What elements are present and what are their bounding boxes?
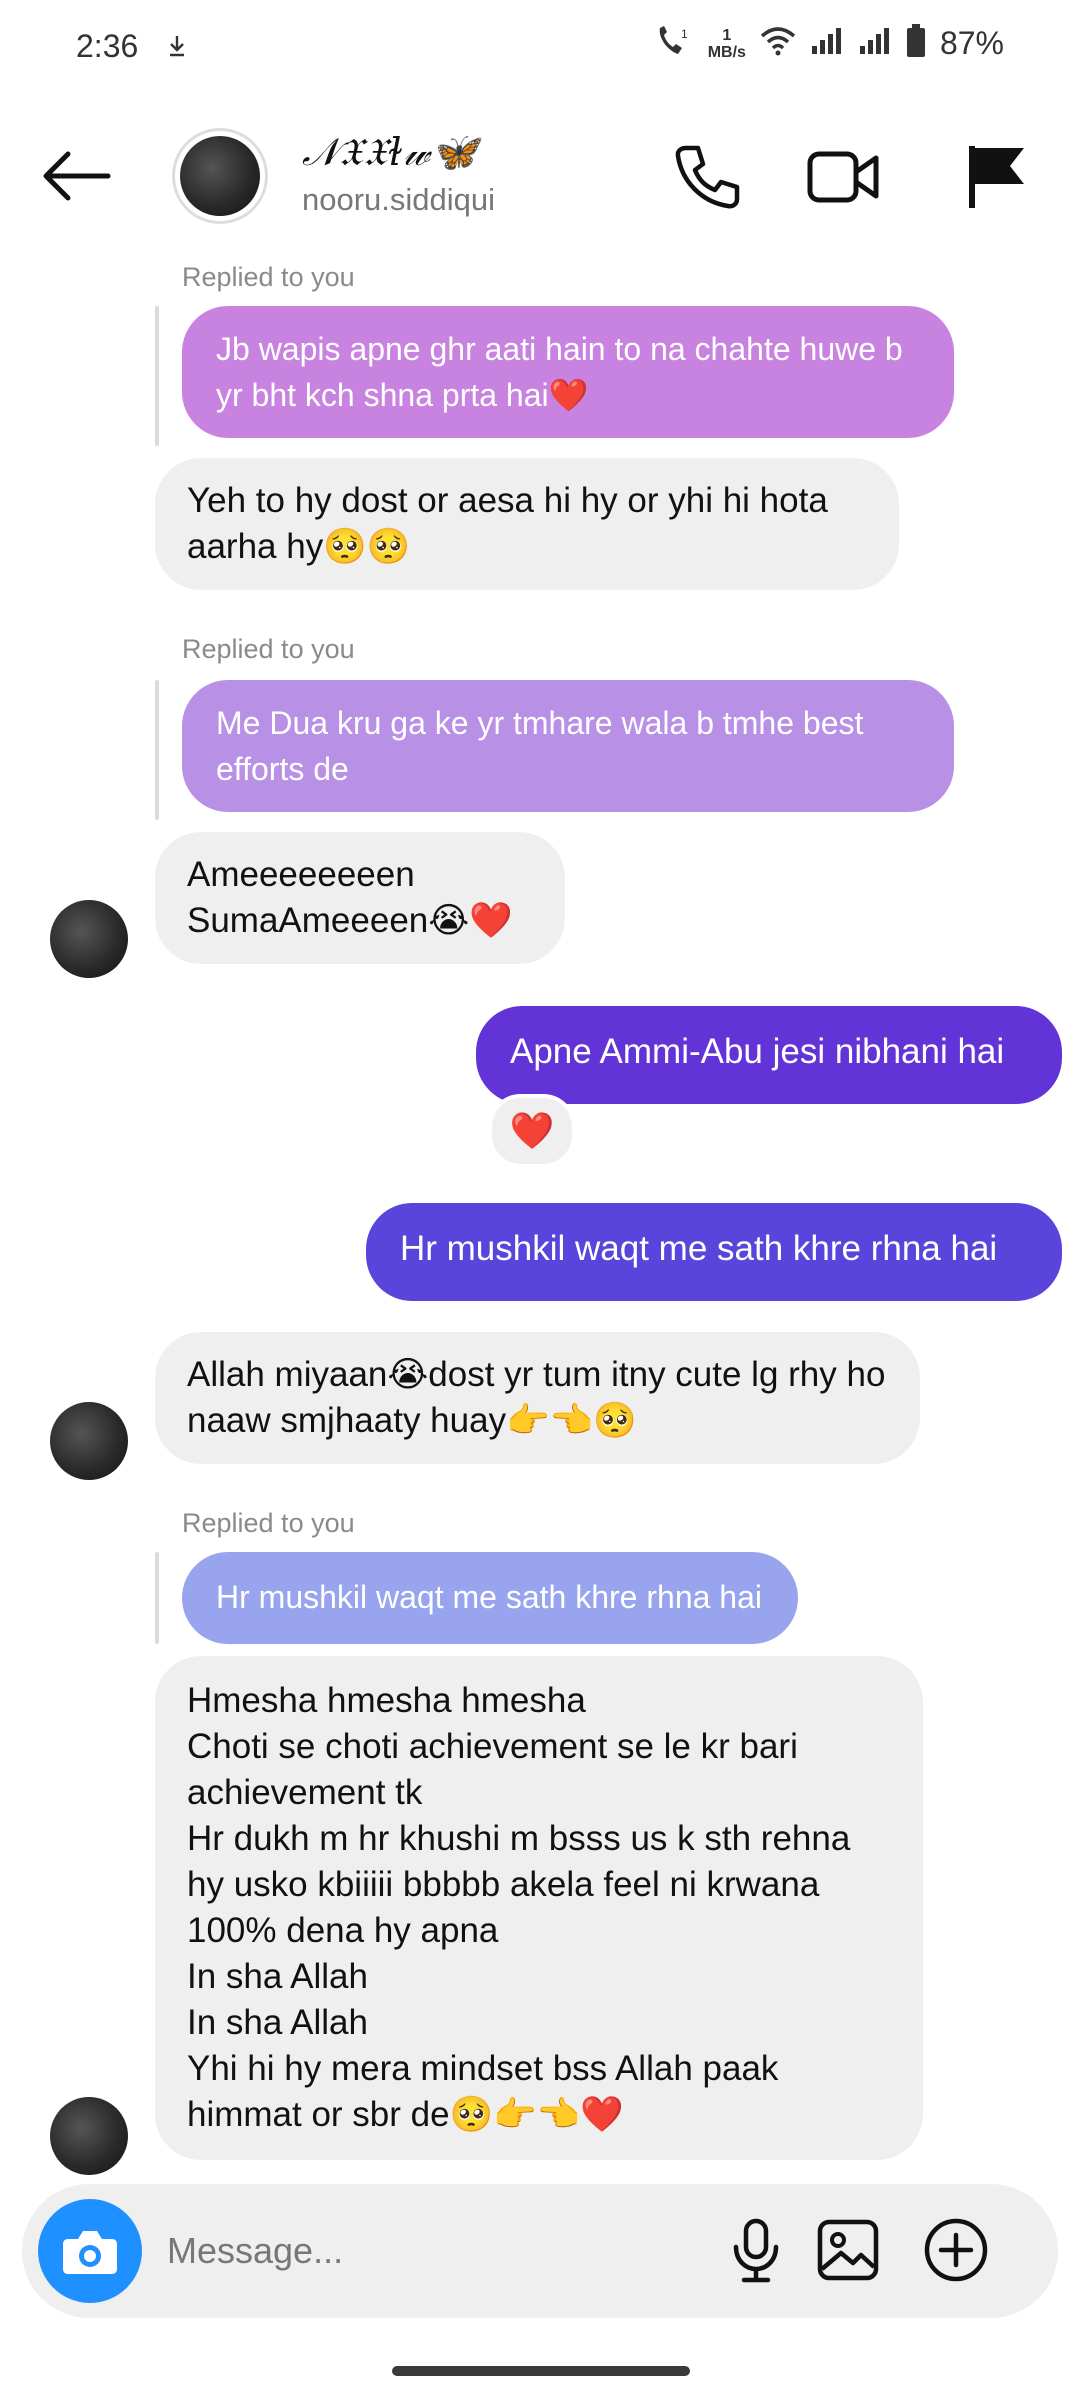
incoming-message[interactable]: Ameeeeeeeen SumaAmeeeen😭❤️	[155, 832, 565, 964]
gallery-icon[interactable]	[810, 2212, 886, 2288]
reply-label: Replied to you	[182, 634, 355, 664]
status-time: 2:36	[76, 28, 139, 64]
outgoing-message[interactable]: Apne Ammi-Abu jesi nibhani hai	[476, 1006, 1062, 1104]
incoming-message[interactable]: Allah miyaan😭dost yr tum itny cute lg rh…	[155, 1332, 920, 1464]
message-line: In sha Allah	[187, 1957, 368, 1996]
avatar-image	[180, 136, 260, 216]
avatar[interactable]	[172, 128, 268, 224]
message-line: In sha Allah	[187, 2003, 368, 2042]
add-icon[interactable]	[918, 2212, 994, 2288]
camera-icon	[63, 2231, 117, 2274]
net-speed-value: 1	[722, 26, 732, 44]
signal-icon	[810, 26, 844, 61]
back-arrow-icon[interactable]	[40, 148, 120, 208]
message-line: Hr dukh m hr khushi m bsss us k sth rehn…	[187, 1819, 851, 1904]
outgoing-message[interactable]: Hr mushkil waqt me sath khre rhna hai	[366, 1203, 1062, 1301]
reply-bar	[155, 306, 159, 446]
reply-label: Replied to you	[182, 262, 355, 292]
message-line: Yhi hi hy mera mindset bss Allah paak hi…	[187, 2049, 779, 2134]
quoted-message[interactable]: Hr mushkil waqt me sath khre rhna hai	[182, 1552, 798, 1644]
battery-percent: 87%	[939, 25, 1004, 61]
signal-icon-2	[858, 26, 892, 61]
phone-icon[interactable]	[672, 142, 742, 212]
flag-icon[interactable]	[960, 142, 1030, 212]
quoted-message[interactable]: Me Dua kru ga ke yr tmhare wala b tmhe b…	[182, 680, 954, 812]
heart-reaction[interactable]: ❤️	[488, 1094, 576, 1168]
svg-text:1: 1	[681, 27, 688, 41]
reply-label: Replied to you	[182, 1508, 355, 1538]
message-line: SumaAmeeeen😭❤️	[187, 901, 513, 940]
home-indicator[interactable]	[392, 2366, 690, 2376]
reply-bar	[155, 1552, 159, 1644]
net-speed-unit: MB/s	[707, 43, 746, 61]
message-line: Hmesha hmesha hmesha	[187, 1681, 586, 1720]
reply-bar	[155, 680, 159, 820]
microphone-icon[interactable]	[718, 2212, 794, 2288]
incoming-message[interactable]: Hmesha hmesha hmesha Choti se choti achi…	[155, 1656, 923, 2160]
message-line: Ameeeeeeeen	[187, 855, 415, 894]
quoted-message[interactable]: Jb wapis apne ghr aati hain to na chahte…	[182, 306, 954, 438]
message-input[interactable]	[165, 2215, 689, 2287]
battery-icon	[906, 24, 926, 63]
camera-button[interactable]	[38, 2199, 142, 2303]
contact-username[interactable]: nooru.siddiqui	[302, 182, 495, 218]
message-line: 100% dena hy apna	[187, 1911, 499, 1950]
wifi-calling-icon: 1	[654, 24, 694, 63]
net-speed: 1 MB/s	[708, 27, 746, 61]
sender-avatar[interactable]	[50, 900, 128, 978]
sender-avatar[interactable]	[50, 1402, 128, 1480]
wifi-icon	[760, 26, 796, 61]
status-indicators: 1 1 MB/s 87%	[654, 24, 1004, 63]
download-arrow-icon	[168, 34, 186, 65]
incoming-message[interactable]: Yeh to hy dost or aesa hi hy or yhi hi h…	[155, 458, 899, 590]
contact-display-name[interactable]: 𝒩𝔛𝔛ɫ𝓌🦋	[302, 130, 479, 175]
message-line: Choti se choti achievement se le kr bari…	[187, 1727, 798, 1812]
sender-avatar[interactable]	[50, 2097, 128, 2175]
video-icon[interactable]	[806, 142, 879, 212]
